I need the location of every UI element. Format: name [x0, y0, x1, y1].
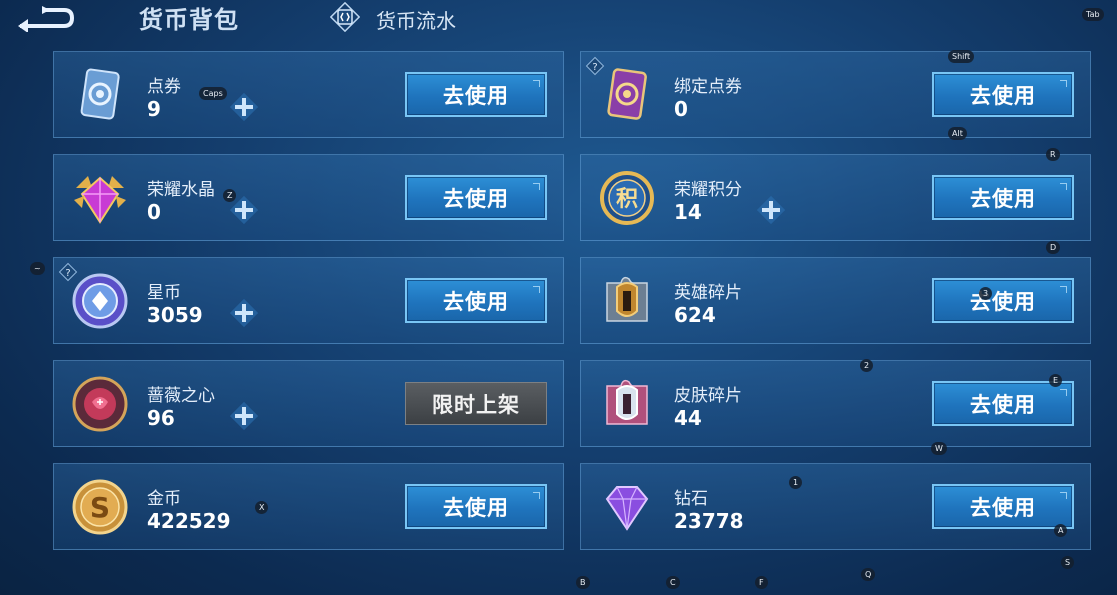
add-currency-button[interactable] — [230, 402, 258, 430]
key-hint-badge: Alt — [948, 127, 967, 140]
svg-text:积: 积 — [616, 187, 638, 212]
key-hint-badge: B — [576, 576, 590, 589]
currency-card-rose-heart: 蔷薇之心 96 限时上架 — [53, 360, 564, 447]
currency-amount: 0 — [674, 97, 688, 121]
currency-amount: 96 — [147, 406, 175, 430]
add-currency-button[interactable] — [230, 93, 258, 121]
currency-card-glory-crystal: 荣耀水晶 0 去使用 — [53, 154, 564, 241]
currency-name: 英雄碎片 — [674, 283, 742, 303]
key-hint-badge: Shift — [948, 50, 975, 63]
currency-card-gold-coin: S 金币 422529 去使用 — [53, 463, 564, 550]
currency-amount: 0 — [147, 200, 161, 224]
currency-name: 蔷薇之心 — [147, 386, 215, 406]
currency-card-hero-fragment: 英雄碎片 624 去使用 — [580, 257, 1091, 344]
currency-flow-icon[interactable] — [329, 1, 361, 33]
use-button[interactable]: 去使用 — [932, 381, 1074, 426]
key-hint-badge: ~ — [30, 262, 45, 275]
back-arrow-icon — [18, 6, 75, 33]
currency-card-bound-voucher: 绑定点券 0 去使用 — [580, 51, 1091, 138]
key-hint-badge: C — [666, 576, 680, 589]
key-hint-badge: 2 — [860, 359, 874, 372]
diamond-icon — [605, 486, 649, 531]
currency-card-star-coin: 星币 3059 去使用 — [53, 257, 564, 344]
currency-name: 星币 — [147, 283, 181, 303]
currency-amount: 23778 — [674, 509, 744, 533]
key-hint-badge: Caps — [199, 87, 227, 100]
svg-text:?: ? — [65, 268, 70, 279]
add-currency-button[interactable] — [230, 196, 258, 224]
use-button[interactable]: 去使用 — [405, 72, 547, 117]
key-hint-badge: E — [1049, 374, 1063, 387]
limited-time-button[interactable]: 限时上架 — [405, 382, 547, 425]
plus-icon — [757, 196, 785, 224]
currency-name: 绑定点券 — [674, 77, 742, 97]
use-button[interactable]: 去使用 — [932, 484, 1074, 529]
key-hint-badge: 3 — [979, 287, 993, 300]
key-hint-badge: R — [1046, 148, 1060, 161]
svg-text:?: ? — [592, 62, 597, 73]
currency-name: 荣耀积分 — [674, 180, 742, 200]
use-button[interactable]: 去使用 — [405, 175, 547, 220]
gold-coin-icon: S — [72, 479, 128, 535]
key-hint-badge: 1 — [789, 476, 803, 489]
currency-name: 皮肤碎片 — [674, 386, 742, 406]
currency-card-glory-points: 积 荣耀积分 14 去使用 — [580, 154, 1091, 241]
back-button[interactable] — [12, 2, 75, 33]
use-button[interactable]: 去使用 — [405, 484, 547, 529]
plus-icon — [230, 299, 258, 327]
voucher-card-icon — [80, 68, 120, 120]
currency-amount: 422529 — [147, 509, 231, 533]
currency-name: 点券 — [147, 77, 181, 97]
use-button[interactable]: 去使用 — [405, 278, 547, 323]
currency-name: 荣耀水晶 — [147, 180, 215, 200]
use-button[interactable]: 去使用 — [932, 72, 1074, 117]
use-button[interactable]: 去使用 — [932, 175, 1074, 220]
svg-text:S: S — [90, 491, 110, 524]
add-currency-button[interactable] — [757, 196, 785, 224]
tab-currency-wallet[interactable]: 货币背包 — [139, 0, 239, 35]
skin-fragment-icon — [606, 379, 648, 425]
key-hint-badge: W — [931, 442, 947, 455]
add-currency-button[interactable] — [230, 299, 258, 327]
currency-name: 钻石 — [674, 489, 708, 509]
bound-voucher-card-icon — [607, 68, 647, 120]
plus-icon — [230, 93, 258, 121]
currency-amount: 9 — [147, 97, 161, 121]
key-hint-badge: F — [755, 576, 768, 589]
currency-amount: 3059 — [147, 303, 203, 327]
currency-card-diamond: 钻石 23778 去使用 — [580, 463, 1091, 550]
help-icon[interactable]: ? — [585, 56, 605, 76]
currency-amount: 624 — [674, 303, 716, 327]
star-coin-icon — [72, 273, 128, 329]
help-icon[interactable]: ? — [58, 262, 78, 282]
glory-crystal-icon — [74, 176, 126, 224]
glory-points-coin-icon: 积 — [600, 171, 654, 225]
plus-icon — [230, 402, 258, 430]
currency-card-voucher: 点券 9 去使用 — [53, 51, 564, 138]
currency-amount: 14 — [674, 200, 702, 224]
currency-card-skin-fragment: 皮肤碎片 44 去使用 — [580, 360, 1091, 447]
key-hint-badge: D — [1046, 241, 1061, 254]
use-button[interactable]: 去使用 — [932, 278, 1074, 323]
tab-currency-flow[interactable]: 货币流水 — [376, 5, 456, 34]
key-hint-badge: S — [1061, 556, 1075, 569]
key-hint-badge: Q — [861, 568, 876, 581]
currency-amount: 44 — [674, 406, 702, 430]
plus-icon — [230, 196, 258, 224]
currency-name: 金币 — [147, 489, 181, 509]
rose-heart-icon — [72, 376, 128, 432]
hero-fragment-icon — [606, 276, 648, 322]
key-hint-badge: Tab — [1082, 8, 1104, 21]
